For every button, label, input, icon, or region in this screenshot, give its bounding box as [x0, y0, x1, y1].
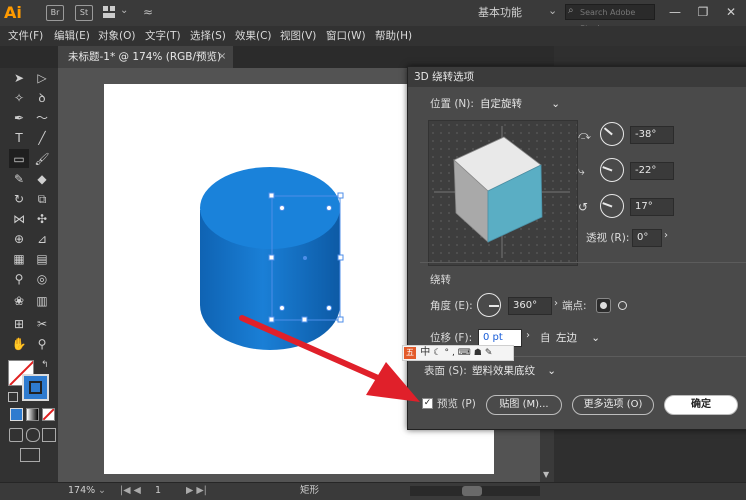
annotation-arrow — [239, 315, 420, 402]
